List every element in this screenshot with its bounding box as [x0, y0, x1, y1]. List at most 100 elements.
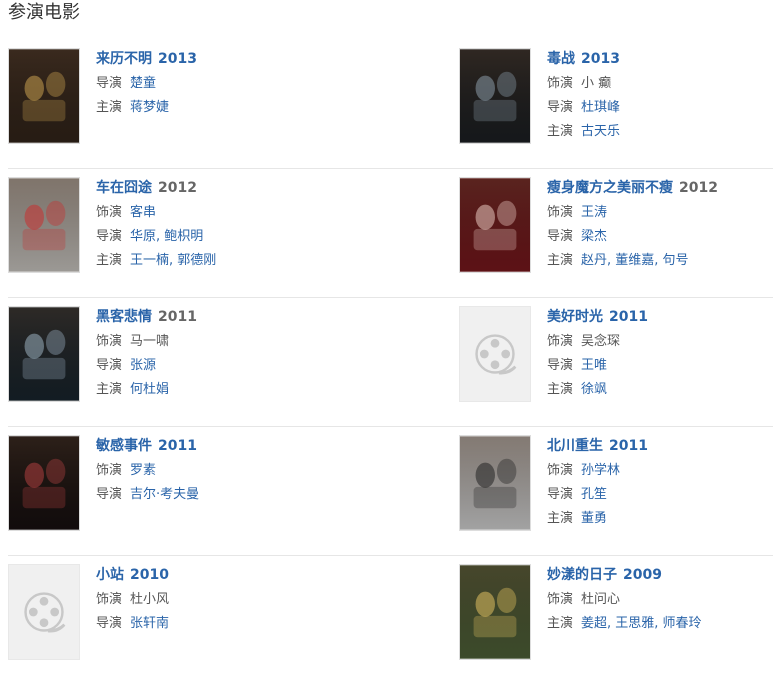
- credit-name-link[interactable]: 张轩南: [130, 616, 169, 631]
- credit-label: 主演: [96, 382, 123, 397]
- movie-poster[interactable]: [8, 48, 80, 144]
- credit-line: 导演 吉尔·考夫曼: [96, 486, 199, 504]
- credit-label: 主演: [547, 511, 574, 526]
- section-title: 参演电影: [8, 2, 80, 23]
- movie-poster[interactable]: [459, 177, 531, 273]
- movie-poster[interactable]: [8, 177, 80, 273]
- credit-name-link[interactable]: 古天乐: [581, 124, 620, 139]
- movie-poster[interactable]: [459, 48, 531, 144]
- credit-label: 主演: [547, 616, 574, 631]
- movie-card: 毒战 2013 饰演小 癫导演 杜琪峰 主演 古天乐: [459, 40, 773, 168]
- movie-title-link[interactable]: 妙漾的日子: [547, 567, 617, 583]
- movie-title-line: 车在囧途 2012: [96, 179, 216, 197]
- movie-title-link[interactable]: 北川重生: [547, 438, 603, 454]
- credit-name-link[interactable]: 王一楠, 郭德刚: [130, 253, 216, 268]
- credit-line: 主演 何杜娟: [96, 381, 197, 399]
- movie-card: 敏感事件 2011 饰演 罗素 导演 吉尔·考夫曼: [8, 427, 459, 555]
- movie-row: 小站 2010 饰演 杜小风 导演 张轩南 妙漾的日子 2009 饰演 杜问心 主演 姜超, 王思雅,…: [8, 556, 773, 685]
- movie-year: 2010: [130, 567, 169, 583]
- credit-name-link[interactable]: 张源: [130, 358, 156, 373]
- movie-card: 车在囧途 2012 饰演 客串 导演 华原, 鲍枳明 主演 王一楠, 郭德刚: [8, 169, 459, 297]
- movie-info: 毒战 2013 饰演小 癫导演 杜琪峰 主演 古天乐: [547, 48, 620, 168]
- movie-info: 美好时光 2011 饰演 吴念琛 导演 王唯 主演 徐飒: [547, 306, 648, 426]
- credit-label: 饰演: [96, 205, 123, 220]
- credit-name-link[interactable]: 吉尔·考夫曼: [130, 487, 199, 502]
- credit-name-link[interactable]: 何杜娟: [130, 382, 169, 397]
- credit-name-link[interactable]: 赵丹, 董维嘉, 句号: [581, 253, 689, 268]
- credit-name-link[interactable]: 王涛: [581, 205, 607, 220]
- credit-name-link[interactable]: 罗素: [130, 463, 156, 478]
- movie-year: 2012: [158, 180, 197, 196]
- credit-line: 主演 徐飒: [547, 381, 648, 399]
- credit-label: 饰演: [547, 592, 574, 607]
- credit-name-link[interactable]: 客串: [130, 205, 156, 220]
- credit-line: 导演 张源: [96, 357, 197, 375]
- credit-line: 导演 张轩南: [96, 615, 169, 633]
- credit-line: 饰演 吴念琛: [547, 333, 648, 351]
- credit-name-link[interactable]: 杜琪峰: [581, 100, 620, 115]
- credit-line: 饰演小 癫: [547, 75, 620, 93]
- credit-label: 导演: [96, 358, 123, 373]
- movie-title-link[interactable]: 车在囧途: [96, 180, 152, 196]
- movie-title-line: 妙漾的日子 2009: [547, 566, 702, 584]
- credit-label: 主演: [547, 124, 574, 139]
- movie-title-link[interactable]: 小站: [96, 567, 124, 583]
- movie-title-link[interactable]: 毒战: [547, 51, 575, 67]
- movie-row: 黑客悲情 2011 饰演 马一啸 导演 张源 主演 何杜娟 美好时光 2011 饰演 吴念琛 导演 王唯主…: [8, 298, 773, 427]
- credit-line: 饰演 客串: [96, 204, 216, 222]
- poster-placeholder-icon[interactable]: [8, 564, 80, 660]
- credit-label: 饰演: [96, 592, 123, 607]
- credit-name-link[interactable]: 孔笙: [581, 487, 607, 502]
- movie-info: 来历不明 2013 导演 楚童 主演 蒋梦婕: [96, 48, 197, 168]
- poster-placeholder-icon[interactable]: [459, 306, 531, 402]
- movie-title-line: 毒战 2013: [547, 50, 620, 68]
- movie-title-line: 小站 2010: [96, 566, 169, 584]
- credit-line: 主演 古天乐: [547, 123, 620, 141]
- movie-card: 妙漾的日子 2009 饰演 杜问心 主演 姜超, 王思雅, 师春玲: [459, 556, 773, 685]
- credit-name-link[interactable]: 华原, 鲍枳明: [130, 229, 203, 244]
- credit-label: 导演: [547, 487, 574, 502]
- movie-title-link[interactable]: 美好时光: [547, 309, 603, 325]
- credit-line: 主演 姜超, 王思雅, 师春玲: [547, 615, 702, 633]
- movie-year: 2011: [158, 309, 197, 325]
- credit-label: 主演: [96, 100, 123, 115]
- movie-info: 车在囧途 2012 饰演 客串 导演 华原, 鲍枳明 主演 王一楠, 郭德刚: [96, 177, 216, 297]
- credit-name-link[interactable]: 董勇: [581, 511, 607, 526]
- movie-card: 小站 2010 饰演 杜小风导演 张轩南: [8, 556, 459, 685]
- credit-name-link[interactable]: 蒋梦婕: [130, 100, 169, 115]
- credit-name-link[interactable]: 孙学林: [581, 463, 620, 478]
- movie-title-line: 美好时光 2011: [547, 308, 648, 326]
- credit-line: 饰演 马一啸: [96, 333, 197, 351]
- credit-name-link[interactable]: 楚童: [130, 76, 156, 91]
- credit-label: 饰演: [547, 334, 574, 349]
- credit-label: 导演: [96, 229, 123, 244]
- credit-label: 主演: [547, 253, 574, 268]
- movie-info: 北川重生 2011 饰演 孙学林 导演 孔笙 主演 董勇: [547, 435, 648, 555]
- movie-poster[interactable]: [459, 564, 531, 660]
- movie-poster[interactable]: [8, 435, 80, 531]
- movie-year: 2011: [158, 438, 197, 454]
- movie-title-link[interactable]: 来历不明: [96, 51, 152, 67]
- credit-name-link[interactable]: 徐飒: [581, 382, 607, 397]
- movie-info: 敏感事件 2011 饰演 罗素 导演 吉尔·考夫曼: [96, 435, 199, 555]
- movie-info: 妙漾的日子 2009 饰演 杜问心 主演 姜超, 王思雅, 师春玲: [547, 564, 702, 685]
- credit-name-link[interactable]: 梁杰: [581, 229, 607, 244]
- credit-label: 饰演: [547, 76, 574, 91]
- movie-info: 瘦身魔方之美丽不瘦 2012 饰演 王涛 导演 梁杰 主演 赵丹, 董维嘉, 句号: [547, 177, 718, 297]
- credit-name-link: 杜问心: [581, 592, 621, 607]
- movie-title-line: 瘦身魔方之美丽不瘦 2012: [547, 179, 718, 197]
- movie-grid: 来历不明 2013 导演 楚童 主演 蒋梦婕 毒战 2013 饰演小 癫导演 杜琪峰 主演 古天乐 车在…: [8, 40, 773, 685]
- movie-title-link[interactable]: 瘦身魔方之美丽不瘦: [547, 180, 673, 196]
- movie-poster[interactable]: [8, 306, 80, 402]
- credit-line: 主演 王一楠, 郭德刚: [96, 252, 216, 270]
- movie-info: 黑客悲情 2011 饰演 马一啸 导演 张源 主演 何杜娟: [96, 306, 197, 426]
- movie-title-link[interactable]: 黑客悲情: [96, 309, 152, 325]
- credit-label: 导演: [96, 487, 123, 502]
- movie-year: 2012: [679, 180, 718, 196]
- movie-poster[interactable]: [459, 435, 531, 531]
- credit-line: 饰演 杜小风: [96, 591, 169, 609]
- credit-name-link[interactable]: 姜超, 王思雅, 师春玲: [581, 616, 702, 631]
- credit-name-link: 小 癫: [581, 76, 612, 91]
- movie-title-link[interactable]: 敏感事件: [96, 438, 152, 454]
- credit-name-link[interactable]: 王唯: [581, 358, 607, 373]
